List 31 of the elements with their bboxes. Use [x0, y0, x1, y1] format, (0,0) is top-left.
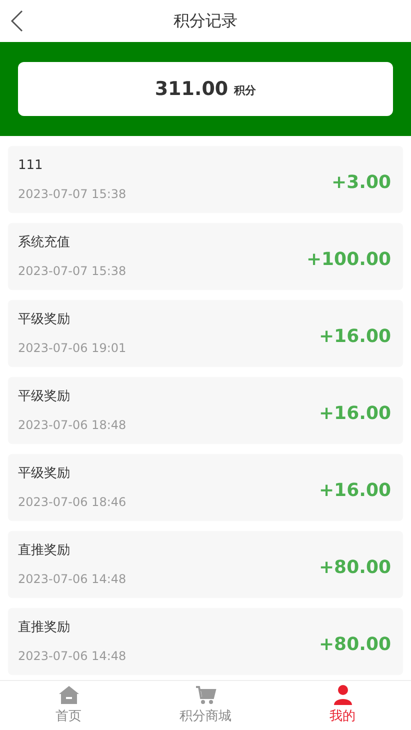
record-points: +16.00 [318, 402, 391, 426]
record-points: +16.00 [318, 479, 391, 503]
record-points: +80.00 [318, 633, 391, 657]
record-time: 2023-07-06 14:48 [18, 648, 126, 666]
record-title: 直推奖励 [18, 618, 71, 637]
home-icon [58, 684, 80, 706]
record-time: 2023-07-06 14:48 [18, 571, 126, 588]
record-title: 111 [18, 156, 44, 175]
record-time: 2023-07-07 15:38 [18, 186, 126, 204]
person-icon [332, 684, 354, 706]
record-time: 2023-07-06 18:46 [18, 494, 126, 512]
balance-amount: 311.00 [154, 76, 228, 102]
record-points: +3.00 [332, 171, 391, 195]
record-time: 2023-07-06 19:01 [18, 340, 126, 358]
record-points: +100.00 [306, 248, 391, 272]
record-time: 2023-07-07 15:38 [18, 263, 126, 280]
record-title: 系统充值 [18, 234, 71, 252]
record-time: 2023-07-06 18:48 [18, 417, 126, 434]
back-icon[interactable] [10, 10, 24, 32]
tab-item[interactable]: 积分商城 [137, 681, 274, 730]
record-title: 平级奖励 [18, 464, 71, 483]
cart-icon [194, 684, 216, 706]
page-title: 积分记录 [174, 10, 238, 32]
tab-item[interactable]: 我的 [274, 681, 411, 730]
record-title: 直推奖励 [18, 542, 71, 560]
record-title: 平级奖励 [18, 388, 71, 406]
record-points: +16.00 [318, 325, 391, 349]
record-points: +80.00 [318, 556, 391, 580]
balance-unit: 积分 [234, 82, 256, 99]
record-title: 平级奖励 [18, 310, 71, 329]
tab-item[interactable]: 首页 [0, 681, 137, 730]
